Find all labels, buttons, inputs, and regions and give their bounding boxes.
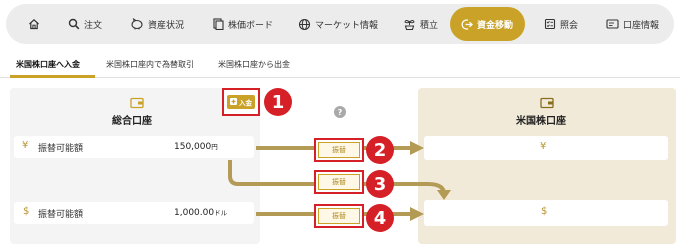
nav-item-inquiry[interactable]: 照会: [544, 4, 578, 44]
callout-badge-2: 2: [366, 136, 394, 164]
nav-item-fund-transfer[interactable]: 資金移動: [450, 7, 526, 41]
wallet-icon: [130, 94, 144, 113]
nav-item-label: 資金移動: [477, 20, 514, 31]
active-tab-indicator: [10, 75, 95, 78]
nav-item-label: 株価ボード: [228, 20, 274, 31]
transfer-button-label: 振替: [318, 174, 360, 190]
deposit-button-inner: 入金: [227, 95, 255, 109]
transfer-button-dollar[interactable]: 振替: [314, 204, 364, 228]
tab-bar: 米国株口座へ入金 米国株口座内で為替取引 米国株口座から出金: [0, 54, 680, 78]
yen-icon: ¥: [540, 141, 547, 152]
nav-item-label: 積立: [420, 20, 439, 31]
transfer-button-yen[interactable]: 振替: [314, 138, 364, 162]
help-icon[interactable]: ?: [334, 106, 346, 118]
transfer-icon: [460, 18, 473, 31]
nav-item-label: 注文: [84, 20, 103, 31]
deposit-button[interactable]: 入金: [222, 88, 260, 116]
nav-item-label: 資産状況: [148, 20, 185, 31]
us-dollar-row: $: [424, 200, 668, 226]
deposit-label: 入金: [239, 99, 252, 107]
search-icon: [68, 18, 80, 30]
tab-fx-in-us[interactable]: 米国株口座内で為替取引: [106, 59, 194, 70]
nav-item-market-info[interactable]: マーケット情報: [298, 4, 378, 44]
sprout-icon: [403, 18, 416, 31]
general-account-title: 総合口座: [112, 116, 152, 127]
nav-item-assets[interactable]: 資産状況: [130, 4, 184, 44]
yen-row-label: 振替可能額: [38, 144, 84, 154]
nav-item-home[interactable]: [28, 4, 40, 44]
us-stock-account-title: 米国株口座: [516, 116, 566, 127]
checklist-icon: [544, 18, 556, 30]
home-icon: [28, 18, 40, 30]
transfer-button-label: 振替: [318, 142, 360, 158]
dollar-icon: $: [23, 206, 30, 217]
tab-deposit-to-us[interactable]: 米国株口座へ入金: [16, 59, 80, 70]
account-card-icon: [606, 18, 619, 30]
nav-item-stock-board[interactable]: 株価ボード: [212, 4, 273, 44]
transfer-button-fx[interactable]: 振替: [314, 170, 364, 194]
nav-item-label: マーケット情報: [315, 20, 379, 31]
wallet-icon: [540, 94, 554, 113]
tab-withdraw-from-us[interactable]: 米国株口座から出金: [218, 59, 290, 70]
us-yen-row: ¥: [424, 136, 668, 160]
callout-badge-1: 1: [264, 88, 292, 116]
nav-item-order[interactable]: 注文: [68, 4, 102, 44]
transfer-button-label: 振替: [318, 208, 360, 224]
nav-item-label: 口座情報: [623, 20, 660, 31]
yen-icon: ¥: [22, 140, 29, 151]
nav-item-label: 照会: [560, 20, 579, 31]
dollar-row: $ 振替可能額 1,000.00ドル: [14, 202, 254, 224]
board-icon: [212, 18, 224, 30]
dollar-row-label: 振替可能額: [38, 210, 84, 220]
yen-row: ¥ 振替可能額 150,000円: [14, 136, 254, 158]
callout-badge-3: 3: [366, 170, 394, 198]
piggy-bank-icon: [130, 18, 144, 30]
nav-item-account-info[interactable]: 口座情報: [606, 4, 659, 44]
nav-item-savings[interactable]: 積立: [403, 4, 438, 44]
dollar-available-amount: 1,000.00ドル: [174, 208, 228, 218]
dollar-icon: $: [541, 206, 548, 217]
top-nav: 注文 資産状況 株価ボード マーケット情報 積立 資金移動 照会 口座情報: [6, 4, 674, 44]
yen-available-amount: 150,000円: [174, 142, 218, 152]
callout-badge-4: 4: [366, 204, 394, 232]
globe-icon: [298, 18, 311, 31]
plus-icon: [230, 97, 237, 107]
